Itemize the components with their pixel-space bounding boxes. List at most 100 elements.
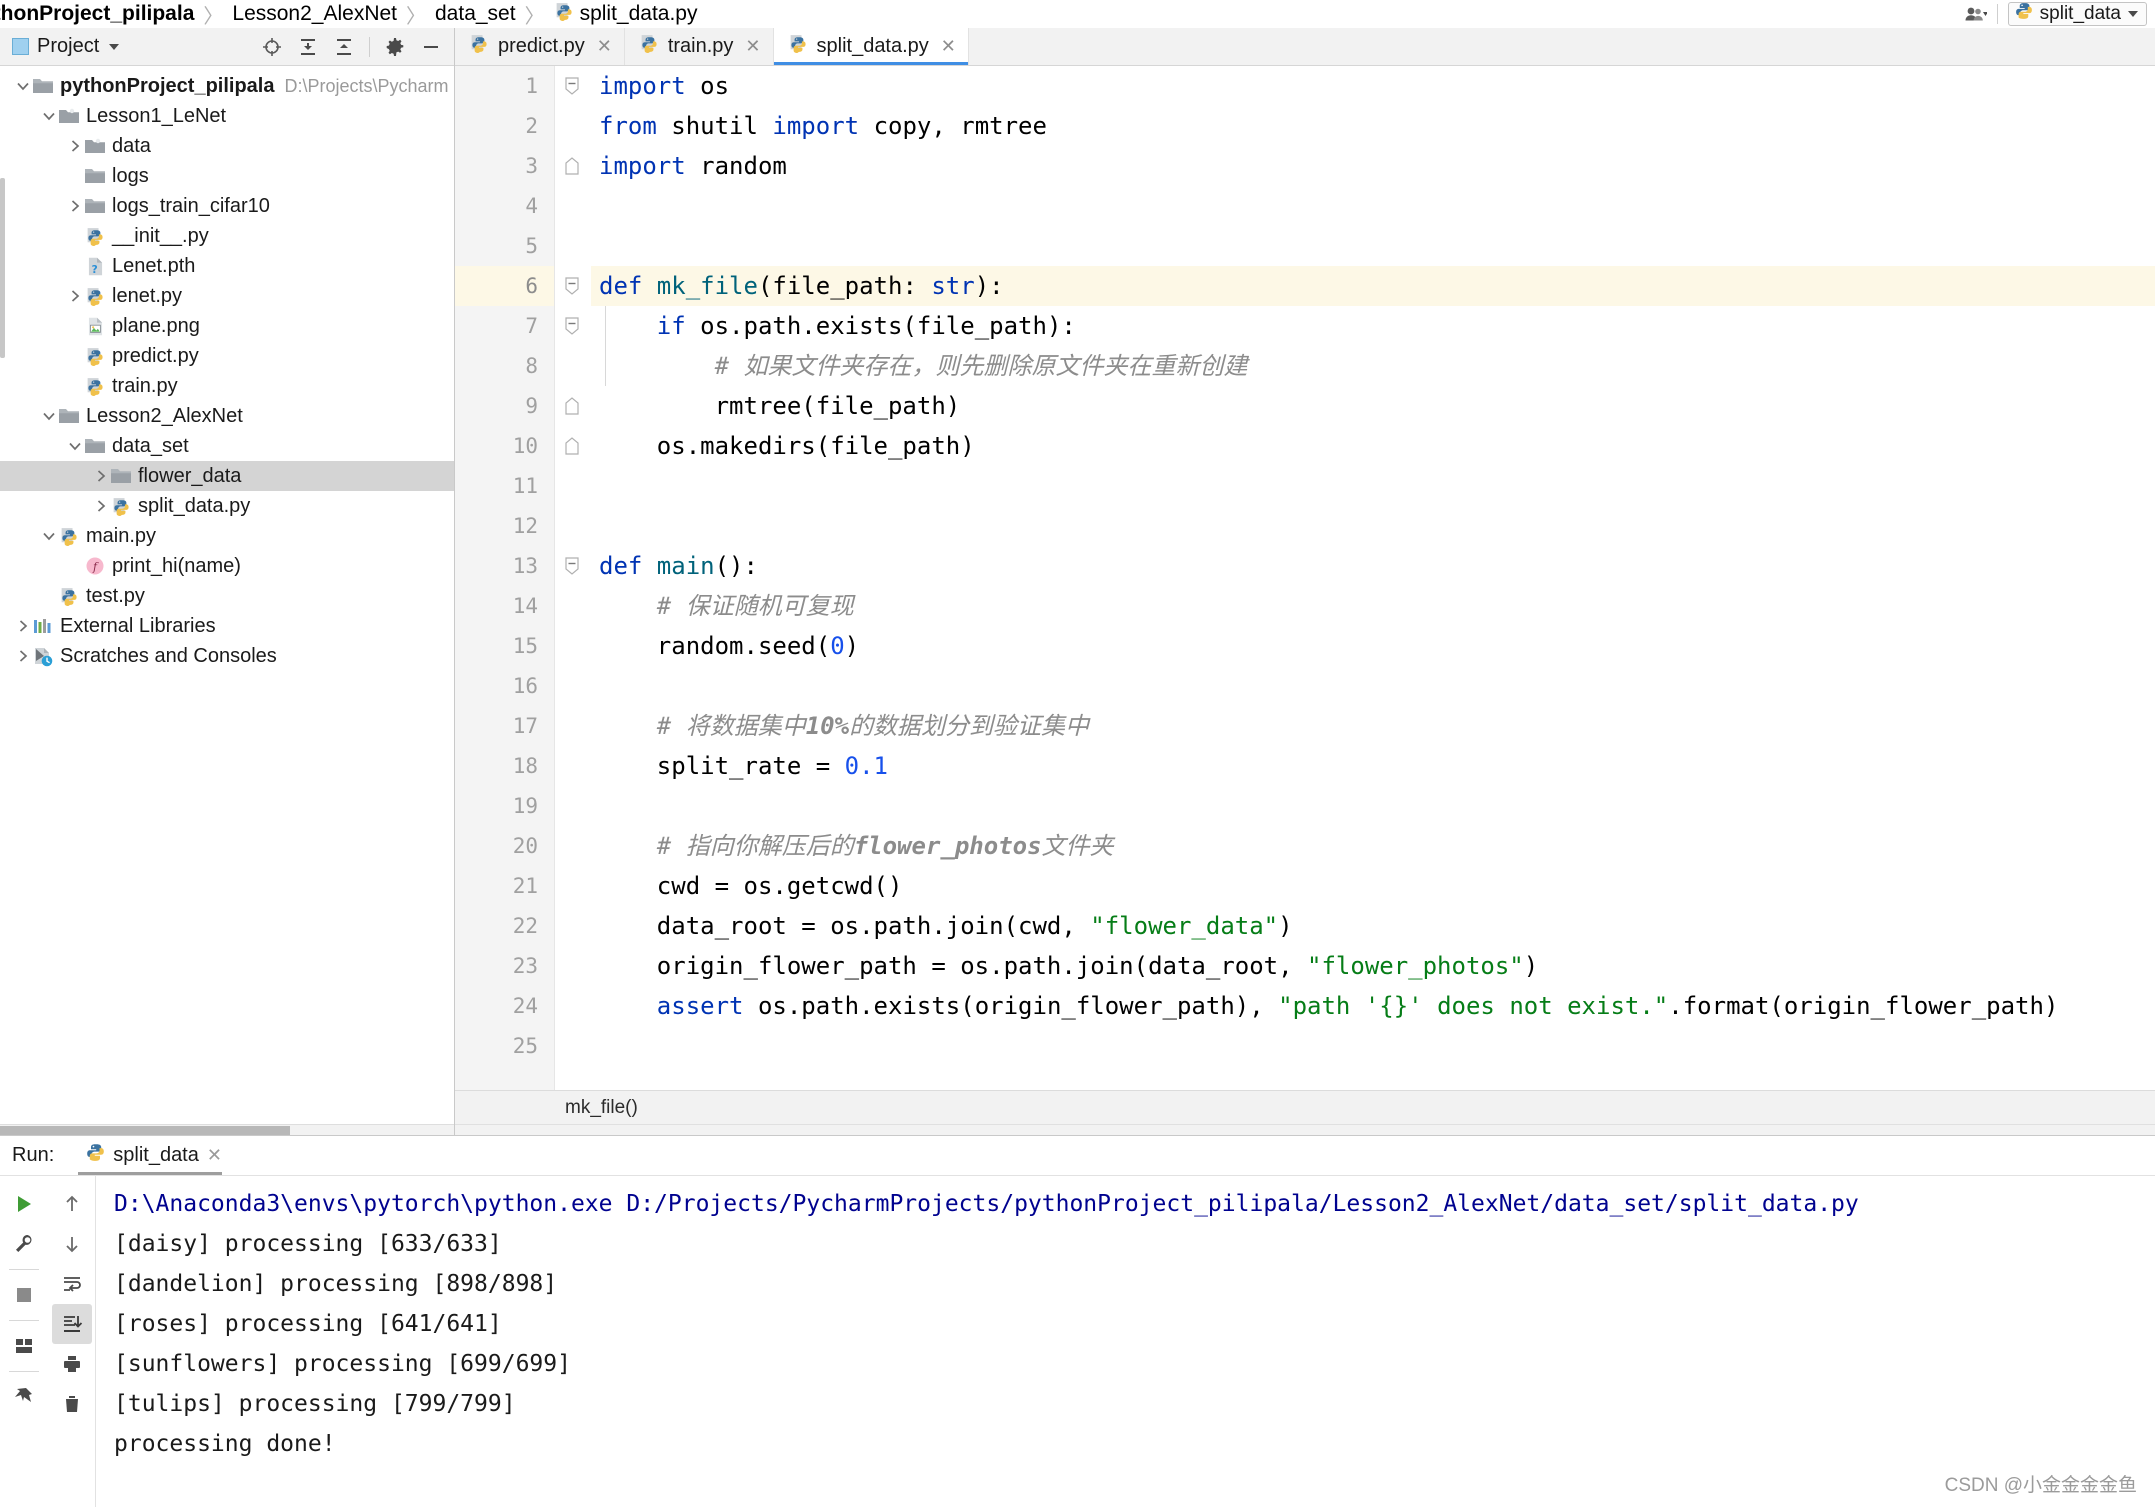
tree-item-lesson2-alexnet[interactable]: Lesson2_AlexNet <box>0 401 454 431</box>
scroll-up-icon[interactable] <box>52 1184 92 1224</box>
chevron-down-icon[interactable] <box>109 43 120 50</box>
code-line[interactable] <box>591 666 2155 706</box>
scroll-to-end-icon[interactable] <box>51 1304 92 1344</box>
close-icon[interactable]: ✕ <box>597 36 612 57</box>
fold-end-icon[interactable] <box>563 426 581 466</box>
trash-icon[interactable] <box>52 1384 92 1424</box>
code-line[interactable]: os.makedirs(file_path) <box>591 426 2155 466</box>
chevron-right-icon[interactable] <box>14 617 32 635</box>
code-folding-gutter[interactable] <box>555 66 591 1090</box>
code-line[interactable]: random.seed(0) <box>591 626 2155 666</box>
code-line[interactable]: data_root = os.path.join(cwd, "flower_da… <box>591 906 2155 946</box>
close-icon[interactable]: ✕ <box>207 1145 222 1166</box>
close-icon[interactable]: ✕ <box>941 36 956 57</box>
tree-item-predict-py[interactable]: predict.py <box>0 341 454 371</box>
chevron-right-icon[interactable] <box>92 497 110 515</box>
close-icon[interactable]: ✕ <box>745 36 760 57</box>
tree-item-init-py[interactable]: __init__.py <box>0 221 454 251</box>
code-line[interactable] <box>591 186 2155 226</box>
chevron-down-icon[interactable] <box>40 107 58 125</box>
code-line[interactable]: split_rate = 0.1 <box>591 746 2155 786</box>
user-icon[interactable] <box>1965 3 1987 25</box>
project-panel-horizontal-scrollbar[interactable] <box>0 1124 454 1135</box>
gear-icon[interactable] <box>384 36 406 58</box>
code-line[interactable]: # 如果文件夹存在，则先删除原文件夹在重新创建 <box>591 346 2155 386</box>
chevron-down-icon[interactable] <box>40 407 58 425</box>
tree-item-print-hi-name[interactable]: f print_hi(name) <box>0 551 454 581</box>
tree-item-plane-png[interactable]: plane.png <box>0 311 454 341</box>
tree-item-lesson1-lenet[interactable]: Lesson1_LeNet <box>0 101 454 131</box>
code-line[interactable]: # 保证随机可复现 <box>591 586 2155 626</box>
tree-item-lenet-py[interactable]: lenet.py <box>0 281 454 311</box>
fold-collapse-icon[interactable] <box>563 546 581 586</box>
expand-all-icon[interactable] <box>297 36 319 58</box>
chevron-right-icon[interactable] <box>66 197 84 215</box>
run-tab-split-data[interactable]: split_data ✕ <box>76 1136 232 1175</box>
run-icon[interactable] <box>4 1184 44 1224</box>
code-line[interactable]: import os <box>591 66 2155 106</box>
code-line[interactable]: origin_flower_path = os.path.join(data_r… <box>591 946 2155 986</box>
tree-item-flower-data[interactable]: flower_data <box>0 461 454 491</box>
code-line[interactable] <box>591 786 2155 826</box>
soft-wrap-icon[interactable] <box>52 1264 92 1304</box>
chevron-right-icon[interactable] <box>66 137 84 155</box>
wrench-icon[interactable] <box>4 1224 44 1264</box>
stop-icon[interactable] <box>4 1275 44 1315</box>
editor-tab-train-py[interactable]: train.py ✕ <box>625 28 774 65</box>
editor-tab-split-data-py[interactable]: split_data.py ✕ <box>773 28 969 65</box>
code-line[interactable]: # 将数据集中10%的数据划分到验证集中 <box>591 706 2155 746</box>
breadcrumb-item[interactable]: ythonProject_pilipala <box>0 2 194 26</box>
chevron-down-icon[interactable] <box>66 437 84 455</box>
print-icon[interactable] <box>52 1344 92 1384</box>
breadcrumb-item[interactable]: data_set <box>435 2 516 26</box>
fold-collapse-icon[interactable] <box>563 306 581 346</box>
code-line[interactable]: from shutil import copy, rmtree <box>591 106 2155 146</box>
code-line[interactable] <box>591 466 2155 506</box>
collapse-all-icon[interactable] <box>333 36 355 58</box>
run-configuration-selector[interactable]: split_data <box>2007 2 2147 26</box>
breadcrumb-item[interactable]: Lesson2_AlexNet <box>232 2 397 26</box>
chevron-right-icon[interactable] <box>92 467 110 485</box>
code-line[interactable]: rmtree(file_path) <box>591 386 2155 426</box>
editor-horizontal-scrollbar[interactable] <box>455 1124 2155 1135</box>
code-editor[interactable]: 1 2 3 4 5 6 7 8 9 10 11 12 13 14 15 16 17 18 19 20 21 22 23 24 2… <box>455 66 2155 1090</box>
editor-tab-predict-py[interactable]: predict.py ✕ <box>455 28 625 65</box>
fold-end-icon[interactable] <box>563 146 581 186</box>
breadcrumb-item[interactable]: split_data.py <box>554 1 698 28</box>
chevron-down-icon[interactable] <box>40 527 58 545</box>
tree-item-logs-train-cifar10[interactable]: logs_train_cifar10 <box>0 191 454 221</box>
tree-item-external-libraries[interactable]: External Libraries <box>0 611 454 641</box>
tree-item-pythonproject-pilipala[interactable]: pythonProject_pilipala D:\Projects\Pychar… <box>0 71 454 101</box>
code-line[interactable] <box>591 1026 2155 1066</box>
code-line[interactable]: def main(): <box>591 546 2155 586</box>
locate-icon[interactable] <box>261 36 283 58</box>
code-line[interactable]: if os.path.exists(file_path): <box>591 306 2155 346</box>
fold-collapse-icon[interactable] <box>563 66 581 106</box>
pin-icon[interactable] <box>4 1377 44 1417</box>
console-output[interactable]: D:\Anaconda3\envs\pytorch\python.exe D:/… <box>96 1176 2155 1507</box>
tree-item-data-set[interactable]: data_set <box>0 431 454 461</box>
code-line[interactable]: cwd = os.getcwd() <box>591 866 2155 906</box>
project-panel-vertical-scrollbar[interactable] <box>0 178 5 358</box>
fold-end-icon[interactable] <box>563 386 581 426</box>
tree-item-test-py[interactable]: test.py <box>0 581 454 611</box>
code-line[interactable]: # 指向你解压后的flower_photos文件夹 <box>591 826 2155 866</box>
tree-item-scratches-and-consoles[interactable]: Scratches and Consoles <box>0 641 454 671</box>
chevron-right-icon[interactable] <box>66 287 84 305</box>
code-content[interactable]: import os from shutil import copy, rmtree… <box>591 66 2155 1090</box>
code-line[interactable] <box>591 506 2155 546</box>
chevron-down-icon[interactable] <box>14 77 32 95</box>
code-line[interactable]: import random <box>591 146 2155 186</box>
tree-item-main-py[interactable]: main.py <box>0 521 454 551</box>
minimize-icon[interactable] <box>420 36 442 58</box>
layout-icon[interactable] <box>4 1326 44 1366</box>
tree-item-train-py[interactable]: train.py <box>0 371 454 401</box>
code-line[interactable]: assert os.path.exists(origin_flower_path… <box>591 986 2155 1026</box>
tree-item-logs[interactable]: logs <box>0 161 454 191</box>
chevron-right-icon[interactable] <box>14 647 32 665</box>
project-tree[interactable]: pythonProject_pilipala D:\Projects\Pychar… <box>0 66 454 1135</box>
code-line[interactable] <box>591 226 2155 266</box>
fold-collapse-icon[interactable] <box>563 266 581 306</box>
code-line[interactable]: def mk_file(file_path: str): <box>591 266 2155 306</box>
scroll-down-icon[interactable] <box>52 1224 92 1264</box>
